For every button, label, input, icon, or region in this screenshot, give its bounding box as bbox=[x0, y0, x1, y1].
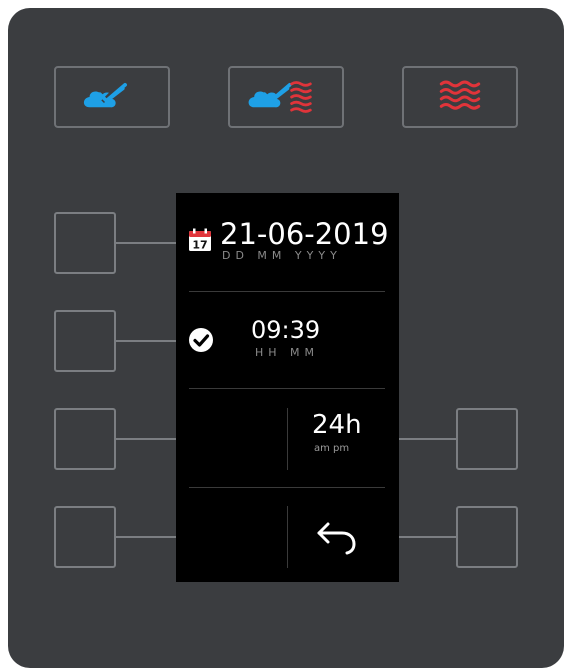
time-select-button[interactable] bbox=[54, 310, 116, 372]
divider bbox=[287, 408, 288, 470]
time-format-label: HH MM bbox=[255, 346, 320, 359]
divider bbox=[287, 506, 288, 568]
date-value: 21-06-2019 bbox=[220, 217, 389, 251]
calendar-icon: 17 bbox=[189, 228, 211, 252]
connector-line bbox=[399, 438, 456, 440]
back-button[interactable] bbox=[456, 506, 518, 568]
divider bbox=[189, 388, 385, 389]
connector-line bbox=[116, 242, 176, 244]
calendar-day: 17 bbox=[192, 239, 207, 252]
back-arrow-icon[interactable] bbox=[314, 516, 360, 556]
clock-format-alt-label: am pm bbox=[314, 443, 350, 454]
hot-air-mode-button[interactable] bbox=[402, 66, 518, 128]
connector-line bbox=[116, 438, 176, 440]
left-button-3[interactable] bbox=[54, 408, 116, 470]
time-value: 09:39 bbox=[251, 316, 321, 344]
connector-line bbox=[116, 340, 176, 342]
connector-line bbox=[116, 536, 176, 538]
combi-mode-button[interactable] bbox=[228, 66, 344, 128]
clock-format-value[interactable]: 24h bbox=[312, 410, 362, 440]
steam-icon bbox=[83, 82, 127, 108]
connector-line bbox=[399, 536, 456, 538]
date-format-label: DD MM YYYY bbox=[222, 249, 342, 262]
check-circle-icon bbox=[189, 328, 213, 352]
left-button-4[interactable] bbox=[54, 506, 116, 568]
combi-steam-heat-icon bbox=[248, 81, 312, 113]
steam-mode-button[interactable] bbox=[54, 66, 170, 128]
clock-format-button[interactable] bbox=[456, 408, 518, 470]
divider bbox=[189, 291, 385, 292]
divider bbox=[189, 487, 385, 488]
hot-air-waves-icon bbox=[439, 80, 481, 110]
date-select-button[interactable] bbox=[54, 212, 116, 274]
